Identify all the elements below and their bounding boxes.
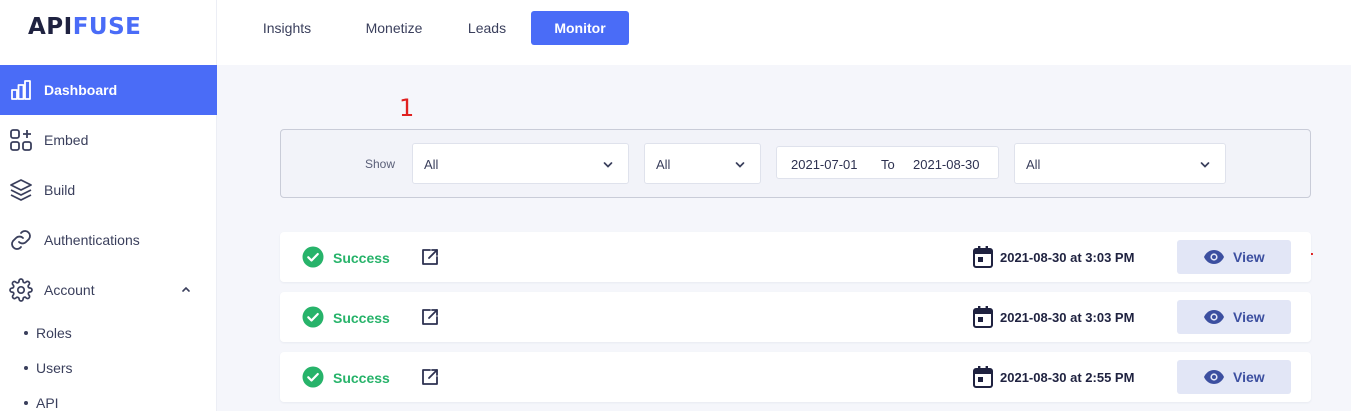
sidebar-subitem-roles[interactable]: Roles (24, 325, 72, 341)
chevron-down-icon (603, 162, 613, 168)
external-link-icon[interactable] (420, 247, 440, 267)
chevron-up-icon[interactable] (180, 283, 192, 295)
date-range-picker[interactable]: 2021-07-01 To 2021-08-30 (776, 146, 999, 179)
sidebar-item-account[interactable]: Account (0, 265, 217, 315)
tab-leads[interactable]: Leads (455, 11, 519, 45)
grid-plus-icon (10, 129, 32, 151)
check-circle-icon (302, 366, 324, 388)
gear-icon (9, 278, 33, 302)
view-button[interactable]: View (1177, 300, 1291, 334)
chevron-down-icon (1200, 162, 1210, 168)
tab-insights[interactable]: Insights (247, 11, 327, 45)
select-value: All (424, 157, 439, 172)
sidebar-item-build[interactable]: Build (0, 165, 217, 215)
top-tab-bar: Insights Monetize Leads Monitor (217, 0, 1351, 65)
sidebar-item-label: Build (44, 182, 76, 198)
chevron-down-icon (735, 162, 745, 168)
eye-icon (1204, 250, 1224, 264)
bullet-dot (24, 366, 28, 371)
view-button-label: View (1233, 249, 1265, 265)
calendar-icon (973, 246, 993, 268)
sidebar-item-embed[interactable]: Embed (0, 115, 217, 165)
log-row: Success 2021-08-30 at 3:03 PM View (280, 232, 1311, 282)
sidebar-subitem-users[interactable]: Users (24, 360, 73, 376)
check-circle-icon (302, 246, 324, 268)
bullet-dot (24, 331, 28, 336)
status-text: Success (333, 310, 390, 326)
log-row: Success 2021-08-30 at 2:55 PM View (280, 352, 1311, 402)
eye-icon (1204, 310, 1224, 324)
sidebar-subitem-label: Roles (36, 325, 72, 341)
sidebar-item-dashboard[interactable]: Dashboard (0, 65, 217, 115)
eye-icon (1204, 370, 1224, 384)
link-icon (11, 230, 31, 250)
annotation-1: 1 (399, 94, 415, 122)
status-filter-select[interactable]: All (412, 143, 629, 184)
bullet-dot (24, 401, 28, 406)
sidebar-item-authentications[interactable]: Authentications (0, 215, 217, 265)
date-from[interactable]: 2021-07-01 (791, 157, 858, 172)
logo: APIFUSE (28, 14, 141, 40)
show-label: Show (365, 157, 396, 171)
external-link-icon[interactable] (420, 307, 440, 327)
sidebar-item-label: Account (44, 282, 95, 298)
view-button[interactable]: View (1177, 240, 1291, 274)
sidebar-item-label: Dashboard (44, 82, 118, 98)
source-filter-select[interactable]: All (1014, 143, 1226, 184)
timestamp: 2021-08-30 at 3:03 PM (1000, 250, 1135, 265)
logo-text-fuse: FUSE (72, 14, 142, 40)
view-button-label: View (1233, 309, 1265, 325)
sidebar-item-label: Embed (44, 132, 89, 148)
layers-icon (10, 179, 32, 201)
select-value: All (656, 157, 671, 172)
type-filter-select[interactable]: All (644, 143, 761, 184)
logo-text-api: API (28, 14, 73, 40)
log-row: Success 2021-08-30 at 3:03 PM View (280, 292, 1311, 342)
timestamp: 2021-08-30 at 2:55 PM (1000, 370, 1135, 385)
date-to-label: To (881, 157, 895, 172)
sidebar-subitem-label: API (36, 395, 59, 411)
view-button[interactable]: View (1177, 360, 1291, 394)
date-to[interactable]: 2021-08-30 (913, 157, 980, 172)
select-value: All (1026, 157, 1041, 172)
status-text: Success (333, 370, 390, 386)
view-button-label: View (1233, 369, 1265, 385)
external-link-icon[interactable] (420, 367, 440, 387)
calendar-icon (973, 366, 993, 388)
timestamp: 2021-08-30 at 3:03 PM (1000, 310, 1135, 325)
tab-monitor[interactable]: Monitor (531, 11, 629, 45)
sidebar-subitem-label: Users (36, 360, 73, 376)
sidebar: APIFUSE Dashboard Embed Build Authentica… (0, 0, 217, 411)
calendar-icon (973, 306, 993, 328)
status-text: Success (333, 250, 390, 266)
sidebar-subitem-api[interactable]: API (24, 395, 59, 411)
sidebar-item-label: Authentications (44, 232, 140, 248)
tab-monetize[interactable]: Monetize (348, 11, 440, 45)
check-circle-icon (302, 306, 324, 328)
bar-chart-icon (11, 80, 31, 100)
